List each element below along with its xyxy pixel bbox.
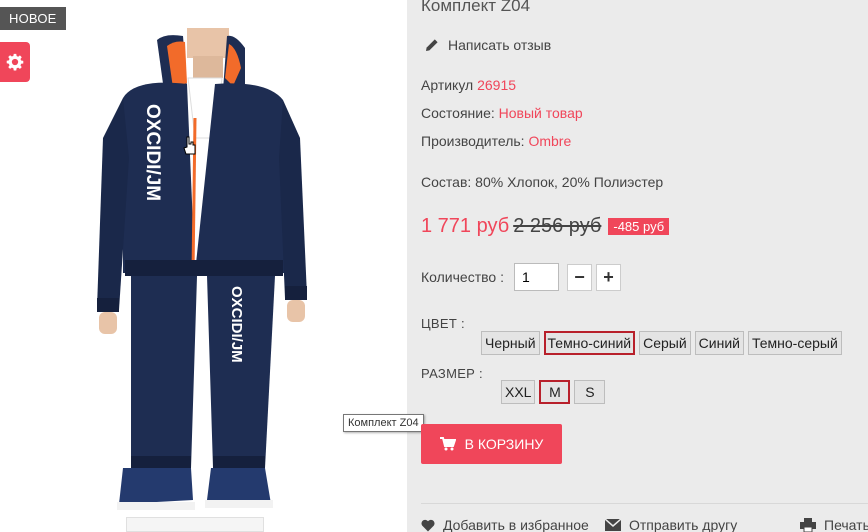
jacket-brand-print: OXCIDI/JM <box>142 104 163 201</box>
hand-cursor-icon <box>183 136 196 155</box>
quantity-row: Количество : − + <box>421 263 621 291</box>
print-link[interactable]: Печать <box>800 517 868 532</box>
quantity-increase-button[interactable]: + <box>595 263 621 291</box>
printer-icon <box>800 518 816 532</box>
new-badge: НОВОЕ <box>0 7 66 30</box>
image-tooltip: Комплект Z04 <box>343 414 424 432</box>
condition-label: Состояние: <box>421 105 495 121</box>
sku-row: Артикул 26915 <box>421 77 516 93</box>
settings-button[interactable] <box>0 42 30 82</box>
discount-badge: -485 руб <box>608 218 670 235</box>
manufacturer-link[interactable]: Ombre <box>528 133 571 149</box>
cart-icon <box>439 437 456 451</box>
color-label: ЦВЕТ : <box>421 316 465 331</box>
quantity-label: Количество : <box>421 269 504 285</box>
product-photo[interactable]: OXCIDI/JM OXCIDI/JM <box>95 28 310 532</box>
send-to-friend-link[interactable]: Отправить другу <box>605 517 737 532</box>
envelope-icon <box>605 519 621 531</box>
color-option-blue[interactable]: Синий <box>694 331 744 355</box>
quantity-decrease-button[interactable]: − <box>566 263 592 291</box>
send-to-friend-label: Отправить другу <box>629 517 738 532</box>
color-option-dark-blue[interactable]: Темно-синий <box>543 331 636 355</box>
current-price: 1 771 руб <box>421 215 510 237</box>
add-to-cart-button[interactable]: В КОРЗИНУ <box>421 424 562 464</box>
size-option-xxl[interactable]: XXL <box>501 380 536 404</box>
size-option-s[interactable]: S <box>574 380 606 404</box>
manufacturer-row: Производитель: Ombre <box>421 133 571 149</box>
sku-value: 26915 <box>477 77 517 93</box>
color-options: Черный Темно-синий Серый Синий Темно-сер… <box>481 331 842 355</box>
manufacturer-label: Производитель: <box>421 133 525 149</box>
minus-icon: − <box>574 266 585 287</box>
gear-icon <box>6 53 24 71</box>
sku-label: Артикул <box>421 77 474 93</box>
size-option-m[interactable]: M <box>539 380 571 404</box>
product-title: Комплект Z04 <box>421 0 531 15</box>
size-label: РАЗМЕР : <box>421 366 483 381</box>
product-image-panel: OXCIDI/JM OXCIDI/JM <box>0 0 407 532</box>
composition: Состав: 80% Хлопок, 20% Полиэстер <box>421 174 664 190</box>
add-to-favorites-label: Добавить в избранное <box>443 517 589 532</box>
condition-row: Состояние: Новый товар <box>421 105 583 121</box>
add-to-favorites-link[interactable]: Добавить в избранное <box>421 517 589 532</box>
pencil-icon <box>426 39 438 51</box>
color-option-gray[interactable]: Серый <box>639 331 691 355</box>
divider <box>421 503 868 504</box>
color-option-black[interactable]: Черный <box>481 331 540 355</box>
thumbnail-strip[interactable] <box>126 517 264 532</box>
print-label: Печать <box>824 517 868 532</box>
old-price: 2 256 руб <box>513 215 602 237</box>
price-row: 1 771 руб 2 256 руб -485 руб <box>421 215 670 238</box>
color-option-dark-gray[interactable]: Темно-серый <box>747 331 842 355</box>
condition-value: Новый товар <box>498 105 583 121</box>
plus-icon: + <box>603 266 614 287</box>
heart-icon <box>421 519 435 531</box>
pants-brand-print: OXCIDI/JM <box>228 286 245 363</box>
write-review-label: Написать отзыв <box>448 37 552 53</box>
add-to-cart-label: В КОРЗИНУ <box>464 436 544 452</box>
quantity-input[interactable] <box>513 263 559 291</box>
size-options: XXL M S <box>501 380 606 404</box>
write-review-link[interactable]: Написать отзыв <box>425 37 551 53</box>
